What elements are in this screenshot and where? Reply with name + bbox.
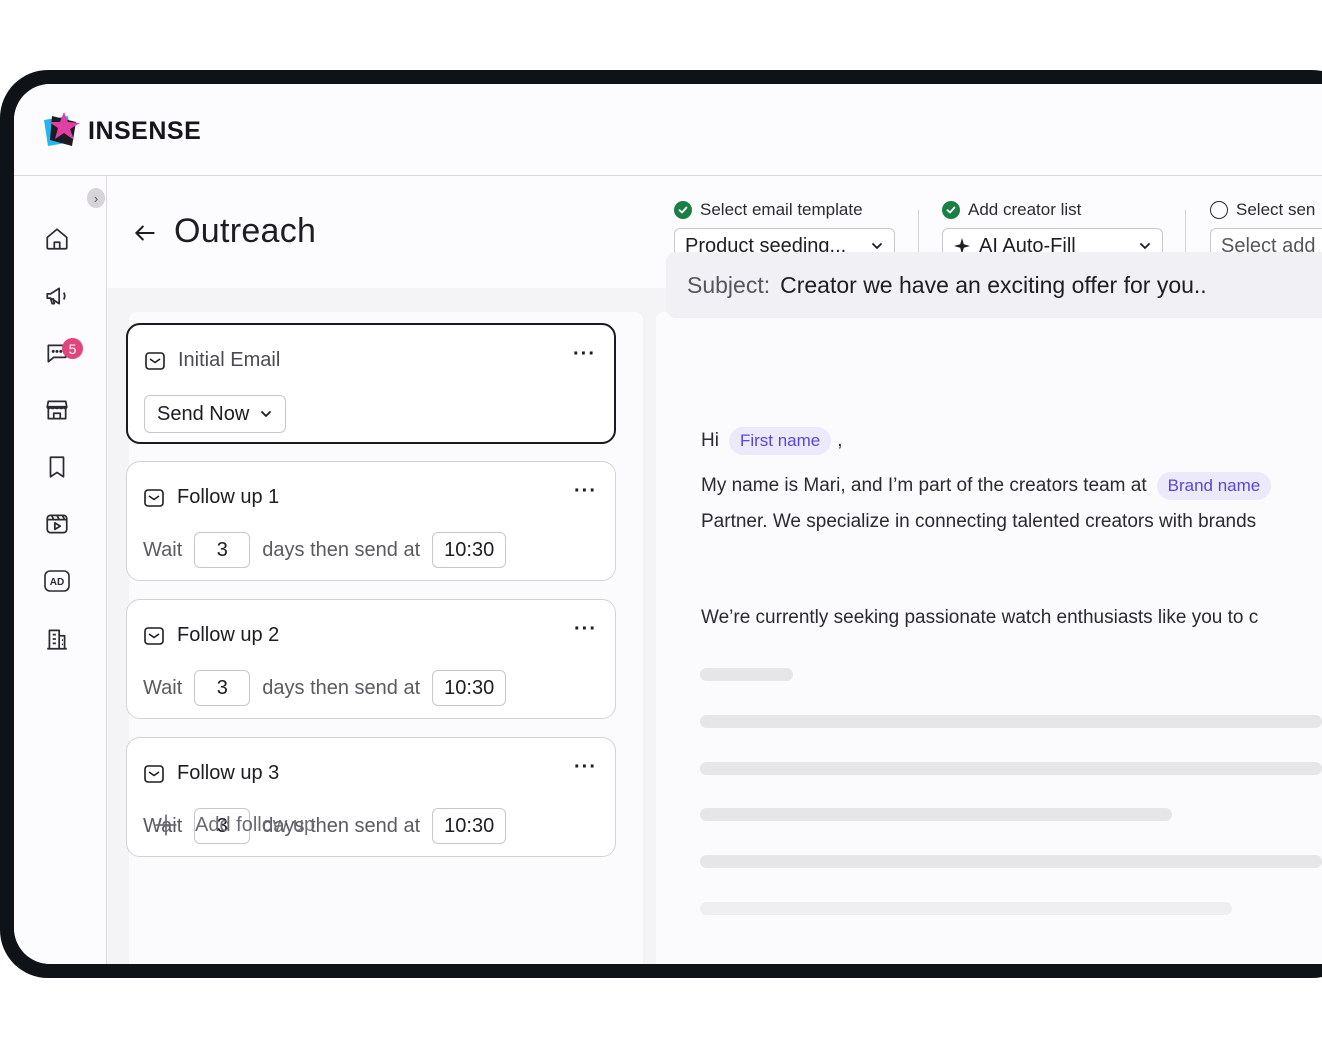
divider — [1185, 210, 1186, 252]
back-button[interactable] — [132, 220, 158, 251]
send-time-input[interactable]: 10:30 — [432, 808, 507, 844]
messages-badge: 5 — [62, 338, 83, 359]
skeleton-line — [700, 855, 1322, 868]
chevron-down-icon — [1140, 243, 1150, 249]
insense-logo-icon — [44, 112, 80, 146]
send-now-select[interactable]: Send Now — [144, 395, 287, 433]
sidebar-item-campaigns[interactable] — [42, 281, 72, 311]
collapse-sidebar-button[interactable]: › — [87, 188, 105, 208]
card-title: Follow up 1 — [177, 486, 280, 508]
mail-icon — [144, 488, 164, 507]
divider — [918, 210, 919, 252]
subject-label: Subject: — [687, 271, 771, 298]
subject-bar: Subject: Creator we have an exciting off… — [666, 252, 1322, 318]
add-follow-up-label: Add follow up — [195, 813, 316, 836]
greeting-text: Hi — [701, 430, 719, 451]
step-label: Select email template — [700, 200, 863, 219]
sidebar-item-marketplace[interactable] — [42, 395, 72, 425]
more-options-icon[interactable]: ··· — [574, 481, 597, 501]
page-title: Outreach — [174, 212, 317, 250]
sidebar-item-company[interactable] — [42, 624, 72, 654]
step-label: Add creator list — [968, 200, 1082, 219]
email-body-line: Partner. We specialize in connecting tal… — [701, 511, 1256, 533]
follow-up-card[interactable]: Follow up 2 ··· Wait 3 days then send at… — [126, 599, 616, 719]
bookmark-icon — [49, 456, 65, 478]
sidebar-item-saved[interactable] — [42, 452, 72, 482]
check-circle-icon — [942, 201, 960, 219]
body-text: We’re currently seeking passionate watch… — [701, 607, 1259, 628]
video-icon — [46, 514, 68, 534]
more-options-icon[interactable]: ··· — [574, 619, 597, 639]
subject-text: Creator we have an exciting offer for yo… — [780, 271, 1207, 298]
email-body-line: My name is Mari, and I’m part of the cre… — [701, 472, 1277, 500]
ad-icon: AD — [44, 570, 70, 592]
sidebar-item-ads[interactable]: AD — [42, 566, 72, 596]
card-title: Initial Email — [178, 349, 281, 371]
mail-icon — [144, 764, 164, 783]
then-label: days then send at — [262, 676, 421, 699]
top-bar: INSENSE — [14, 84, 1322, 176]
brand-name-variable-chip[interactable]: Brand name — [1156, 472, 1272, 500]
skeleton-line — [700, 762, 1322, 775]
skeleton-line — [700, 902, 1232, 915]
skeleton-line — [700, 715, 1322, 728]
more-options-icon[interactable]: ··· — [574, 757, 597, 777]
plus-icon — [155, 814, 177, 836]
megaphone-icon — [46, 287, 66, 305]
card-title: Follow up 2 — [177, 624, 280, 646]
brand-name: INSENSE — [88, 116, 202, 145]
sidebar-item-home[interactable] — [42, 224, 72, 254]
logo[interactable]: INSENSE — [42, 112, 201, 150]
building-icon — [47, 629, 67, 650]
send-time-input[interactable]: 10:30 — [432, 532, 507, 568]
step-label: Select sen — [1236, 200, 1316, 219]
wait-days-input[interactable]: 3 — [194, 670, 251, 706]
follow-up-card[interactable]: Follow up 1 ··· Wait 3 days then send at… — [126, 461, 616, 581]
sidebar-item-content[interactable] — [42, 509, 72, 539]
first-name-variable-chip[interactable]: First name — [728, 427, 832, 455]
empty-circle-icon — [1210, 201, 1228, 219]
wait-days-input[interactable]: 3 — [194, 532, 251, 568]
email-greeting-line: Hi First name , — [701, 427, 843, 455]
body-text: Partner. We specialize in connecting tal… — [701, 511, 1257, 532]
wait-label: Wait — [143, 538, 183, 561]
mail-icon — [144, 626, 164, 645]
check-circle-icon — [674, 201, 692, 219]
send-timing-value: Send Now — [157, 402, 250, 425]
card-title: Follow up 3 — [177, 762, 280, 784]
initial-email-card[interactable]: Initial Email ··· Send Now — [126, 323, 616, 444]
skeleton-line — [700, 668, 793, 681]
ad-label: AD — [50, 577, 64, 588]
chevron-down-icon — [872, 243, 882, 249]
wait-label: Wait — [143, 676, 183, 699]
chevron-down-icon — [261, 411, 272, 417]
sidebar: › 5 AD — [14, 176, 107, 964]
store-icon — [46, 400, 68, 420]
add-follow-up-button[interactable]: Add follow up — [153, 812, 315, 838]
chevron-right-icon: › — [93, 190, 99, 206]
follow-up-card[interactable]: Follow up 3 ··· Wait 3 days then send at… — [126, 737, 616, 857]
body-text: My name is Mari, and I’m part of the cre… — [701, 475, 1147, 496]
more-options-icon[interactable]: ··· — [573, 344, 596, 364]
arrow-left-icon — [135, 225, 155, 241]
send-time-input[interactable]: 10:30 — [432, 670, 507, 706]
skeleton-line — [700, 808, 1172, 821]
home-icon — [46, 228, 68, 250]
greeting-comma: , — [837, 430, 843, 451]
then-label: days then send at — [262, 538, 421, 561]
email-body-line: We’re currently seeking passionate watch… — [701, 607, 1258, 629]
mail-icon — [145, 351, 165, 370]
